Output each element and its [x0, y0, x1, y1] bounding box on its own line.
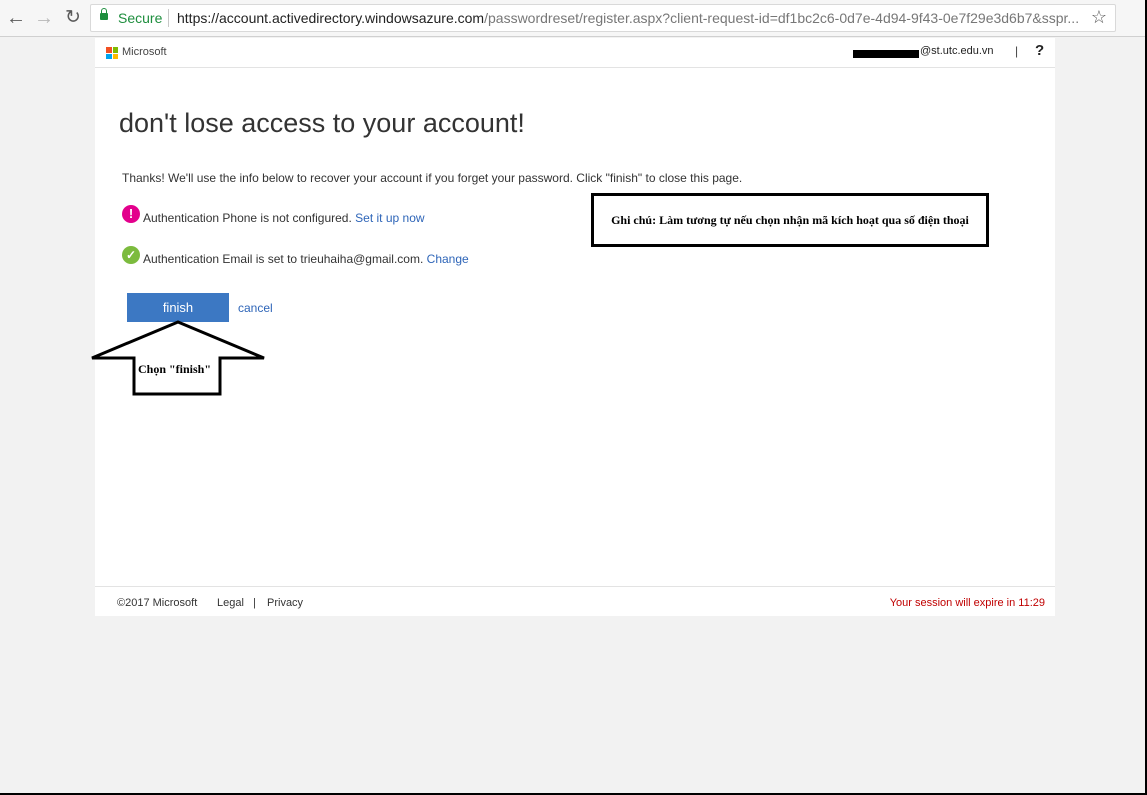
phone-status: Authentication Phone is not configured. … — [143, 211, 425, 225]
copyright-text: ©2017 Microsoft — [117, 597, 198, 609]
finish-button[interactable]: finish — [127, 293, 229, 322]
privacy-link[interactable]: Privacy — [267, 597, 303, 609]
change-email-link[interactable]: Change — [427, 252, 469, 266]
session-expiry-text: Your session will expire in 11:29 — [889, 597, 1045, 609]
intro-text: Thanks! We'll use the info below to reco… — [122, 171, 743, 185]
forward-arrow-icon[interactable]: → — [32, 6, 56, 30]
screen: ← → ↻ Secure https://account.activedirec… — [0, 0, 1145, 793]
ms-header: Microsoft @st.utc.edu.vn | ? — [95, 38, 1055, 68]
email-status-text: Authentication Email is set to trieuhaih… — [143, 252, 424, 266]
page-title: don't lose access to your account! — [119, 108, 525, 138]
lock-icon — [100, 8, 108, 20]
address-divider — [168, 9, 169, 27]
url-text[interactable]: https://account.activedirectory.windowsa… — [177, 10, 1082, 26]
header-separator: | — [1015, 44, 1019, 58]
brand-name: Microsoft — [122, 46, 167, 58]
microsoft-logo-icon — [106, 47, 118, 59]
phone-status-text: Authentication Phone is not configured. — [143, 211, 352, 225]
footer-separator: | — [253, 597, 256, 609]
annotation-note-box: Ghi chú: Làm tương tự nếu chọn nhận mã k… — [591, 193, 989, 247]
browser-toolbar: ← → ↻ Secure https://account.activedirec… — [0, 0, 1145, 37]
help-icon[interactable]: ? — [1035, 42, 1044, 59]
email-status: Authentication Email is set to trieuhaih… — [143, 252, 469, 266]
user-email[interactable]: @st.utc.edu.vn — [920, 45, 994, 57]
legal-link[interactable]: Legal — [217, 597, 244, 609]
url-host: https://account.activedirectory.windowsa… — [177, 10, 485, 26]
cancel-link[interactable]: cancel — [238, 301, 273, 315]
footer: ©2017 Microsoft Legal | Privacy Your ses… — [95, 586, 1055, 617]
arrow-label: Chọn "finish" — [138, 362, 212, 376]
bookmark-star-icon[interactable]: ☆ — [1091, 7, 1107, 28]
url-path: /passwordreset/register.aspx?client-requ… — [484, 10, 1080, 26]
checkmark-icon: ✓ — [122, 246, 140, 264]
up-arrow-annotation-icon — [91, 320, 265, 396]
back-arrow-icon[interactable]: ← — [4, 6, 28, 30]
warning-icon: ! — [122, 205, 140, 223]
address-bar[interactable]: Secure https://account.activedirectory.w… — [90, 4, 1116, 32]
reload-icon[interactable]: ↻ — [61, 6, 85, 30]
setup-phone-link[interactable]: Set it up now — [355, 211, 424, 225]
secure-label: Secure — [118, 10, 163, 26]
redaction-bar — [853, 50, 919, 58]
